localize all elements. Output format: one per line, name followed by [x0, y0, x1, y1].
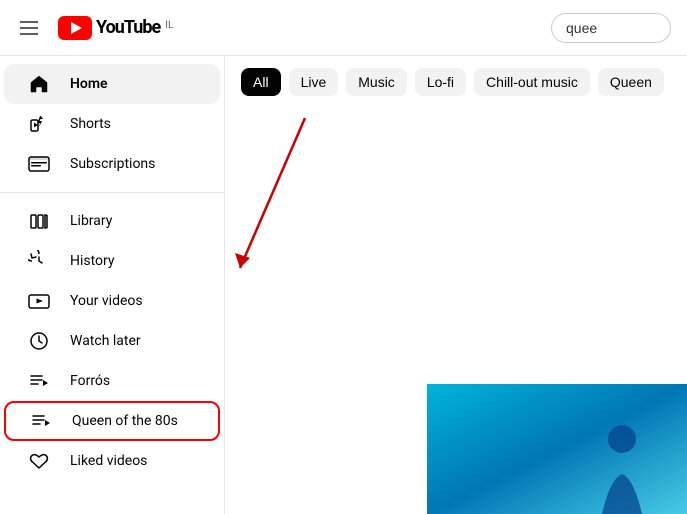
search-input[interactable]	[551, 13, 671, 43]
sidebar-item-liked-videos[interactable]: Liked videos	[4, 441, 220, 481]
sidebar-item-library[interactable]: Library	[4, 201, 220, 241]
playlist-icon-queen	[30, 410, 52, 432]
history-icon	[28, 250, 50, 272]
your-videos-icon	[28, 290, 50, 312]
sidebar: Home Shorts Sub	[0, 56, 225, 514]
video-area	[225, 108, 687, 514]
sidebar-label-liked-videos: Liked videos	[70, 453, 147, 469]
header-right	[551, 13, 671, 43]
youtube-logo-icon	[58, 16, 92, 40]
sidebar-item-home[interactable]: Home	[4, 64, 220, 104]
youtube-text: YouTube	[96, 17, 160, 38]
chip-chill[interactable]: Chill-out music	[474, 68, 590, 96]
sidebar-item-forros[interactable]: Forrós	[4, 361, 220, 401]
subscriptions-icon	[28, 153, 50, 175]
hamburger-menu-button[interactable]	[16, 17, 42, 39]
home-icon	[28, 73, 50, 95]
chip-all[interactable]: All	[241, 68, 281, 96]
sidebar-label-subscriptions: Subscriptions	[70, 156, 155, 172]
sidebar-label-queen-80s: Queen of the 80s	[72, 413, 178, 429]
main-layout: Home Shorts Sub	[0, 56, 687, 514]
sidebar-label-history: History	[70, 253, 115, 269]
sidebar-item-watch-later[interactable]: Watch later	[4, 321, 220, 361]
sidebar-item-history[interactable]: History	[4, 241, 220, 281]
chip-live[interactable]: Live	[289, 68, 339, 96]
sidebar-label-shorts: Shorts	[70, 116, 111, 132]
sidebar-divider	[0, 192, 224, 193]
chip-music[interactable]: Music	[346, 68, 407, 96]
liked-icon	[28, 450, 50, 472]
chip-lofi[interactable]: Lo-fi	[415, 68, 466, 96]
chip-queen[interactable]: Queen	[598, 68, 664, 96]
sidebar-label-your-videos: Your videos	[70, 293, 143, 309]
header: YouTube IL	[0, 0, 687, 56]
shorts-icon	[28, 113, 50, 135]
sidebar-item-shorts[interactable]: Shorts	[4, 104, 220, 144]
youtube-logo[interactable]: YouTube IL	[58, 16, 173, 40]
filter-bar: All Live Music Lo-fi Chill-out music Que…	[225, 56, 687, 108]
sidebar-label-library: Library	[70, 213, 112, 229]
library-icon	[28, 210, 50, 232]
youtube-country: IL	[165, 20, 173, 31]
sidebar-label-home: Home	[70, 76, 108, 92]
sidebar-label-forros: Forrós	[70, 373, 110, 389]
watch-later-icon	[28, 330, 50, 352]
playlist-icon-forros	[28, 370, 50, 392]
content-area: All Live Music Lo-fi Chill-out music Que…	[225, 56, 687, 514]
sidebar-label-watch-later: Watch later	[70, 333, 141, 349]
sidebar-item-your-videos[interactable]: Your videos	[4, 281, 220, 321]
header-left: YouTube IL	[16, 16, 173, 40]
thumbnail-svg	[427, 384, 687, 514]
sidebar-item-subscriptions[interactable]: Subscriptions	[4, 144, 220, 184]
sidebar-item-queen-80s[interactable]: Queen of the 80s	[4, 401, 220, 441]
thumbnail-preview	[427, 384, 687, 514]
